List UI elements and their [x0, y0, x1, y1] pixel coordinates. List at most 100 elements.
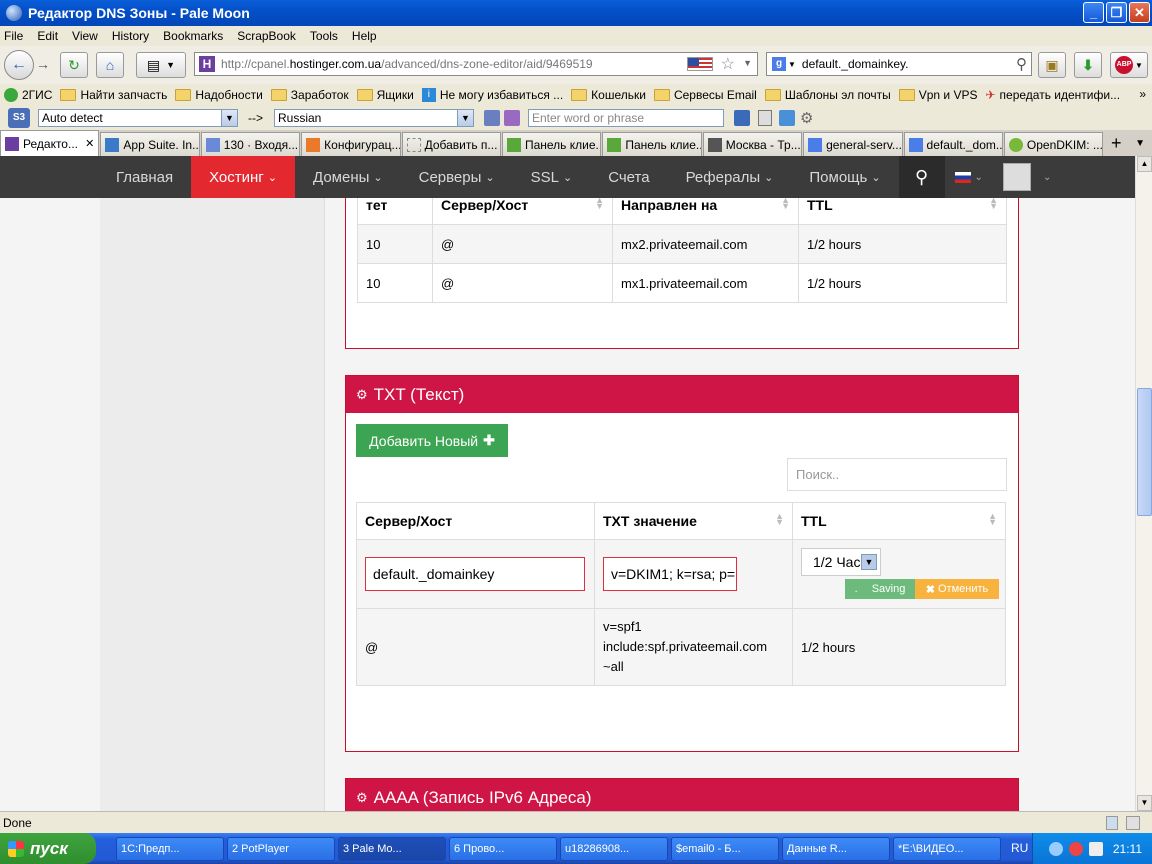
search-input[interactable]: default._domainkey.: [802, 57, 909, 71]
minimize-button[interactable]: _: [1083, 2, 1104, 23]
bookmark-2gis[interactable]: 2ГИС: [4, 88, 52, 102]
bookmark-folder[interactable]: Vpn и VPS: [898, 88, 977, 102]
table-row[interactable]: 10 @ mx1.privateemail.com 1/2 hours: [357, 263, 1007, 303]
menu-edit[interactable]: Edit: [37, 29, 58, 43]
bookmark-folder[interactable]: Заработок: [270, 88, 349, 102]
bookmark-star-icon[interactable]: ☆: [721, 54, 735, 74]
menu-view[interactable]: View: [72, 29, 98, 43]
table-row[interactable]: 10 @ mx2.privateemail.com 1/2 hours: [357, 224, 1007, 264]
nav-search-button[interactable]: ⚲: [898, 156, 945, 198]
new-tab-button[interactable]: +: [1104, 132, 1128, 156]
translate-tool-icon[interactable]: [734, 110, 750, 126]
txt-value-input[interactable]: v=DKIM1; k=rsa; p=: [603, 557, 737, 591]
more-bookmarks-icon[interactable]: »: [1139, 87, 1146, 101]
taskbar-item[interactable]: 6 Прово...: [449, 836, 557, 861]
tab-panel-1[interactable]: Панель клие...: [501, 132, 602, 156]
language-indicator[interactable]: RU: [1011, 841, 1028, 855]
translate-tool-icon[interactable]: [504, 110, 520, 126]
tab-inbox[interactable]: 130 · Входя...: [200, 132, 301, 156]
tray-icon[interactable]: [1048, 841, 1063, 856]
translate-tool-icon[interactable]: [484, 110, 500, 126]
taskbar-item[interactable]: 1С:Предп...: [116, 836, 224, 861]
tab-list-button[interactable]: ▼: [1128, 132, 1152, 156]
translate-input[interactable]: Enter word or phrase: [528, 109, 724, 127]
bookmark-folder[interactable]: Найти запчасть: [60, 88, 167, 102]
taskbar-item[interactable]: $email0 - Б...: [671, 836, 779, 861]
nav-home[interactable]: Главная: [98, 156, 191, 198]
tab-add[interactable]: Добавить п...: [401, 132, 501, 156]
scroll-thumb[interactable]: [1137, 388, 1152, 516]
bookmark-folder[interactable]: Ящики: [356, 88, 414, 102]
menu-bookmarks[interactable]: Bookmarks: [163, 29, 223, 43]
bookmark-folder[interactable]: Шаблоны эл почты: [764, 88, 891, 102]
clock[interactable]: 21:11: [1113, 842, 1142, 856]
source-language-select[interactable]: Auto detect ▼: [38, 109, 238, 127]
reload-button[interactable]: ↻: [60, 52, 88, 78]
maximize-button[interactable]: ❐: [1106, 2, 1127, 23]
tab-opendkim[interactable]: OpenDKIM: ...: [1003, 132, 1104, 156]
column-header-host[interactable]: Сервер/Хост ▲ ▼: [432, 198, 613, 225]
nav-billing[interactable]: Счета: [590, 156, 667, 198]
taskbar-item[interactable]: u18286908...: [560, 836, 668, 861]
bookmark-folder[interactable]: Надобности: [175, 88, 263, 102]
menu-help[interactable]: Help: [352, 29, 377, 43]
tab-panel-2[interactable]: Панель клие...: [602, 132, 702, 156]
nav-servers[interactable]: Серверы ⌄: [401, 156, 513, 198]
tab-dns-editor[interactable]: Редакто... ✕: [0, 130, 100, 156]
back-button[interactable]: ←: [4, 50, 34, 80]
translate-tool-icon[interactable]: [779, 110, 795, 126]
tray-icon[interactable]: [1088, 841, 1103, 856]
nav-help[interactable]: Помощь ⌄: [791, 156, 898, 198]
dropdown-arrow-icon[interactable]: ▼: [743, 58, 752, 68]
translate-tool-icon[interactable]: [758, 110, 772, 126]
column-header-priority[interactable]: тет: [357, 198, 433, 225]
nav-referrals[interactable]: Рефералы ⌄: [668, 156, 792, 198]
host-input[interactable]: default._domainkey: [365, 557, 585, 591]
forward-button[interactable]: →: [36, 56, 50, 72]
download-button[interactable]: ⬇: [1074, 52, 1102, 78]
add-new-button[interactable]: Добавить Новый ✚: [356, 424, 508, 457]
home-button[interactable]: ⌂: [96, 52, 124, 78]
tab-general-serv[interactable]: general-serv...: [803, 132, 903, 156]
page-menu-button[interactable]: ▤ ▼: [136, 52, 186, 78]
tab-moscow[interactable]: Москва - Тр...: [702, 132, 803, 156]
tab-app-suite[interactable]: App Suite. In...: [100, 132, 200, 156]
tab-default-domainkey[interactable]: default._dom...: [903, 132, 1003, 156]
search-icon[interactable]: ⚲: [1016, 55, 1027, 73]
bookmark-item[interactable]: ✈ передать идентифи...: [985, 88, 1120, 102]
nav-ssl[interactable]: SSL ⌄: [513, 156, 591, 198]
nav-domains[interactable]: Домены ⌄: [295, 156, 401, 198]
bookmark-folder[interactable]: Сервесы Email: [653, 88, 757, 102]
start-button[interactable]: пуск: [0, 833, 96, 864]
scroll-up-button[interactable]: ▲: [1137, 156, 1152, 172]
url-bar[interactable]: H http://cpanel. hostinger.com.ua/advance…: [194, 52, 758, 76]
user-menu[interactable]: ⌄: [993, 156, 1051, 198]
nav-hosting[interactable]: Хостинг ⌄: [191, 156, 295, 205]
page-scrollbar[interactable]: ▲ ▼: [1135, 156, 1152, 811]
tab-config[interactable]: Конфигурац...: [301, 132, 401, 156]
menu-history[interactable]: History: [112, 29, 149, 43]
menu-file[interactable]: File: [4, 29, 23, 43]
column-header-ttl[interactable]: TTL ▲ ▼: [792, 502, 1006, 540]
taskbar-item[interactable]: 2 PotPlayer: [227, 836, 335, 861]
taskbar-item[interactable]: Данные R...: [782, 836, 890, 861]
ttl-select[interactable]: 1/2 Час ▼: [801, 548, 881, 576]
bookmark-item[interactable]: i Не могу избавиться ...: [421, 88, 563, 102]
menu-scrapbook[interactable]: ScrapBook: [237, 29, 296, 43]
txt-search-input[interactable]: Поиск..: [787, 458, 1007, 491]
close-tab-icon[interactable]: ✕: [85, 137, 94, 150]
search-bar[interactable]: g ▼ default._domainkey. ⚲: [766, 52, 1032, 76]
scroll-down-button[interactable]: ▼: [1137, 795, 1152, 811]
menu-tools[interactable]: Tools: [310, 29, 338, 43]
saving-button[interactable]: . Saving: [845, 579, 915, 599]
scrapbook-button[interactable]: ▣: [1038, 52, 1066, 78]
language-switcher[interactable]: ⌄: [945, 156, 993, 198]
search-engine-dropdown-icon[interactable]: ▼: [788, 60, 796, 69]
column-header-ttl[interactable]: TTL ▲ ▼: [798, 198, 1007, 225]
column-header-txt-value[interactable]: TXT значение ▲ ▼: [594, 502, 793, 540]
taskbar-item[interactable]: 3 Pale Mo...: [338, 836, 446, 861]
target-language-select[interactable]: Russian ▼: [274, 109, 474, 127]
taskbar-item[interactable]: *E:\ВИДЕО...: [893, 836, 1001, 861]
close-button[interactable]: ✕: [1129, 2, 1150, 23]
column-header-target[interactable]: Направлен на ▲ ▼: [612, 198, 799, 225]
